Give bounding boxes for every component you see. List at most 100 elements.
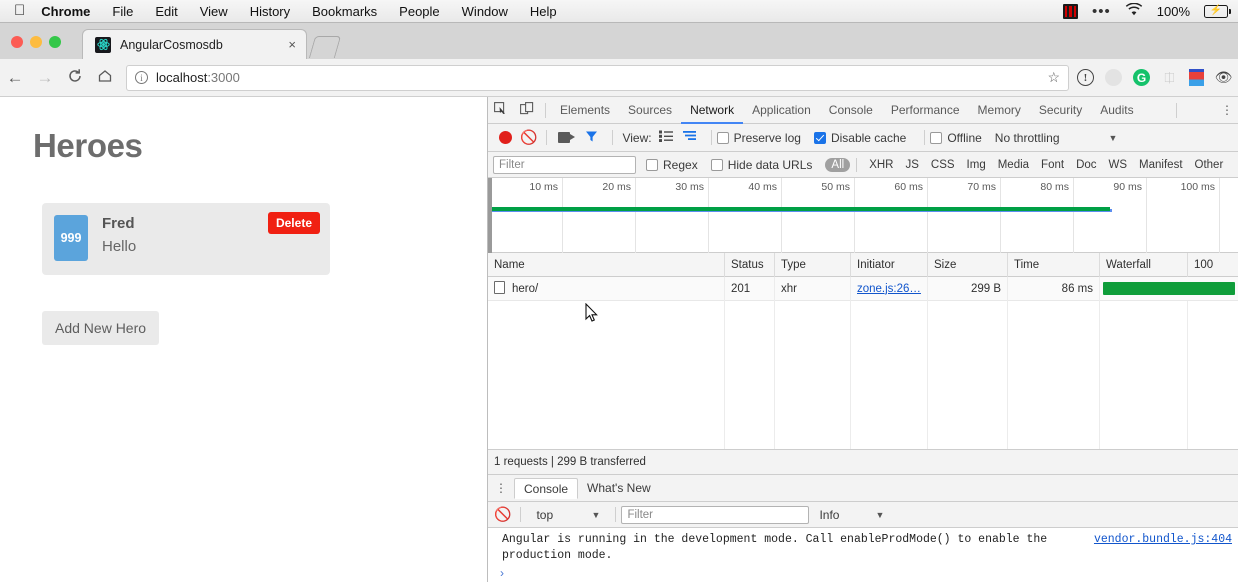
chevron-down-icon[interactable]: ▼	[1109, 133, 1118, 143]
record-network-log-button[interactable]	[499, 131, 512, 144]
filter-type-all[interactable]: All	[825, 158, 850, 172]
site-info-icon[interactable]: i	[135, 71, 148, 84]
checkbox-box[interactable]	[646, 159, 658, 171]
screen-recording-icon[interactable]	[1063, 4, 1078, 19]
drawer-more-menu-icon[interactable]: ⋮	[488, 481, 514, 495]
disable-cache-checkbox[interactable]: Disable cache	[814, 131, 906, 145]
hide-data-urls-checkbox[interactable]: Hide data URLs	[711, 158, 813, 172]
checkbox-box[interactable]	[814, 132, 826, 144]
battery-charging-icon[interactable]: ⚡	[1204, 5, 1228, 18]
browser-tab[interactable]: AngularCosmosdb ×	[82, 29, 307, 59]
back-button[interactable]: ←	[0, 69, 30, 86]
clear-network-log-icon[interactable]: 🚫	[520, 129, 537, 146]
filter-type-font[interactable]: Font	[1035, 158, 1070, 172]
delete-hero-button[interactable]: Delete	[268, 212, 320, 234]
maximize-window-button[interactable]	[49, 36, 61, 48]
tab-audits[interactable]: Audits	[1091, 97, 1142, 124]
filter-type-js[interactable]: JS	[899, 158, 924, 172]
menu-item-history[interactable]: History	[250, 4, 290, 19]
tree-icon[interactable]: ⎅	[1161, 69, 1178, 86]
wifi-icon[interactable]	[1125, 3, 1143, 19]
tab-security[interactable]: Security	[1030, 97, 1091, 124]
filter-type-ws[interactable]: WS	[1103, 158, 1134, 172]
offline-checkbox[interactable]: Offline	[930, 131, 981, 145]
column-header-name[interactable]: Name	[488, 253, 725, 277]
grammarly-icon[interactable]: G	[1133, 69, 1150, 86]
address-bar[interactable]: i localhost:3000 ☆	[126, 65, 1069, 91]
drawer-tab-console[interactable]: Console	[514, 478, 578, 499]
device-toolbar-icon[interactable]	[514, 102, 540, 119]
preserve-log-checkbox[interactable]: Preserve log	[717, 131, 801, 145]
overview-selection-handle[interactable]	[488, 178, 492, 253]
home-button[interactable]	[90, 68, 120, 87]
overflow-dots-icon[interactable]: •••	[1092, 4, 1111, 19]
regex-checkbox[interactable]: Regex	[646, 158, 698, 172]
column-header-initiator[interactable]: Initiator	[851, 253, 928, 277]
close-window-button[interactable]	[11, 36, 23, 48]
menu-item-bookmarks[interactable]: Bookmarks	[312, 4, 377, 19]
menu-item-file[interactable]: File	[112, 4, 133, 19]
console-message[interactable]: Angular is running in the development mo…	[488, 528, 1238, 563]
devtools-more-menu-icon[interactable]: ⋮	[1216, 103, 1238, 117]
menu-item-window[interactable]: Window	[462, 4, 508, 19]
tab-memory[interactable]: Memory	[969, 97, 1030, 124]
menu-item-help[interactable]: Help	[530, 4, 557, 19]
inspect-element-icon[interactable]	[488, 102, 514, 119]
waterfall-view-icon[interactable]	[682, 130, 697, 145]
tab-performance[interactable]: Performance	[882, 97, 969, 124]
menu-item-chrome[interactable]: Chrome	[41, 4, 90, 19]
reload-button[interactable]	[60, 68, 90, 87]
tab-application[interactable]: Application	[743, 97, 820, 124]
bookmark-star-icon[interactable]: ☆	[1047, 69, 1060, 86]
console-message-source-link[interactable]: vendor.bundle.js:404	[1094, 532, 1232, 563]
column-header-type[interactable]: Type	[775, 253, 851, 277]
menu-item-people[interactable]: People	[399, 4, 439, 19]
tab-network[interactable]: Network	[681, 97, 743, 124]
hero-list-item[interactable]: 999 Fred Hello Delete	[42, 203, 330, 275]
table-row[interactable]: hero/ 201 xhr zone.js:26… 299 B 86 ms	[488, 277, 1238, 301]
tab-console[interactable]: Console	[820, 97, 882, 124]
column-header-waterfall[interactable]: Waterfall	[1100, 253, 1188, 277]
clear-console-icon[interactable]: 🚫	[494, 506, 511, 523]
filter-type-media[interactable]: Media	[992, 158, 1035, 172]
filter-type-img[interactable]: Img	[961, 158, 992, 172]
cell-initiator[interactable]: zone.js:26…	[851, 277, 928, 301]
column-header-status[interactable]: Status	[725, 253, 775, 277]
forward-button[interactable]: →	[30, 69, 60, 86]
faded-circle-icon[interactable]	[1105, 69, 1122, 86]
menu-item-edit[interactable]: Edit	[155, 4, 177, 19]
filter-type-manifest[interactable]: Manifest	[1133, 158, 1188, 172]
close-tab-button[interactable]: ×	[288, 38, 296, 51]
filter-funnel-icon[interactable]	[585, 130, 598, 146]
filter-type-doc[interactable]: Doc	[1070, 158, 1102, 172]
filter-type-xhr[interactable]: XHR	[863, 158, 899, 172]
tab-elements[interactable]: Elements	[551, 97, 619, 124]
column-header-time[interactable]: Time	[1008, 253, 1100, 277]
console-filter-input[interactable]	[621, 506, 809, 524]
new-tab-button[interactable]	[309, 36, 341, 58]
cell-name[interactable]: hero/	[488, 277, 725, 301]
capture-screenshots-camera-icon[interactable]	[558, 132, 575, 143]
network-filter-input[interactable]	[493, 156, 636, 174]
list-view-icon[interactable]	[659, 130, 673, 145]
filter-type-other[interactable]: Other	[1189, 158, 1230, 172]
throttling-select-value[interactable]: No throttling	[995, 131, 1060, 145]
menu-item-view[interactable]: View	[200, 4, 228, 19]
console-prompt[interactable]: ›	[488, 563, 1238, 580]
checkbox-box[interactable]	[711, 159, 723, 171]
console-context-select[interactable]: top ▼	[532, 508, 604, 522]
minimize-window-button[interactable]	[30, 36, 42, 48]
network-table-body[interactable]	[488, 301, 1238, 449]
apple-logo-icon[interactable]: 	[14, 3, 25, 18]
filter-type-css[interactable]: CSS	[925, 158, 961, 172]
tower-icon[interactable]	[1189, 69, 1204, 86]
drawer-tab-whats-new[interactable]: What's New	[578, 478, 660, 499]
column-header-size[interactable]: Size	[928, 253, 1008, 277]
eye-icon[interactable]: 👁	[1215, 69, 1232, 86]
add-new-hero-button[interactable]: Add New Hero	[42, 311, 159, 345]
console-level-select[interactable]: Info ▼	[819, 508, 884, 522]
checkbox-box[interactable]	[717, 132, 729, 144]
network-overview-timeline[interactable]: 10 ms 20 ms 30 ms 40 ms 50 ms 60 ms 70 m…	[488, 178, 1238, 253]
checkbox-box[interactable]	[930, 132, 942, 144]
info-circle-icon[interactable]: !	[1077, 69, 1094, 86]
